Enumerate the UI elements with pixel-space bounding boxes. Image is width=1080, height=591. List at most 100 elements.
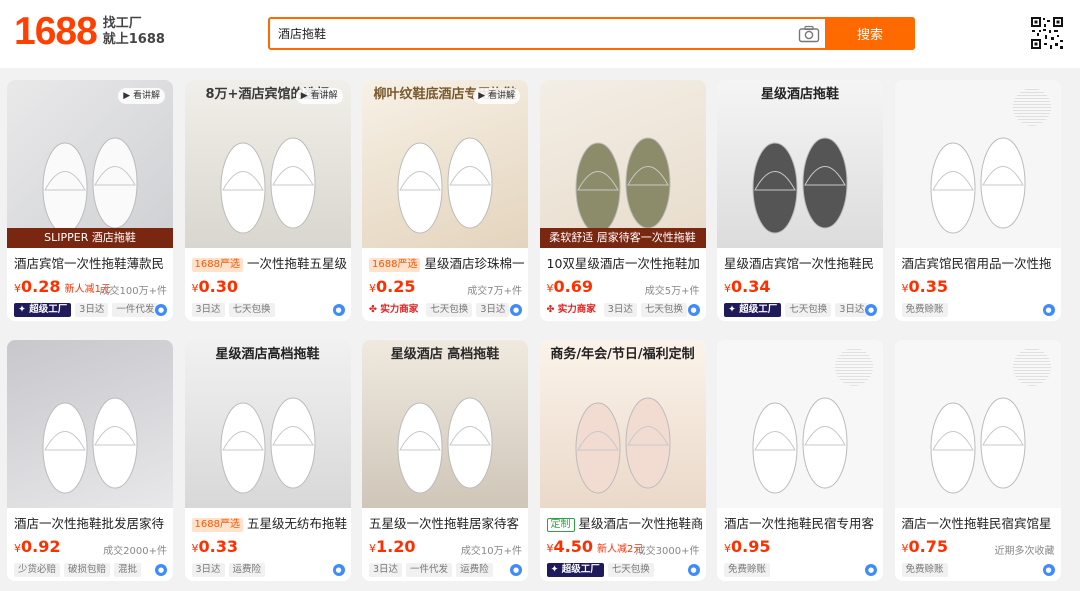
qr-code-icon[interactable] <box>1030 16 1064 50</box>
product-title[interactable]: 酒店宾馆民宿用品一次性拖 <box>902 255 1057 273</box>
badge-label: 运费险 <box>460 564 489 575</box>
product-image[interactable]: 星级酒店 高档拖鞋 <box>362 340 528 508</box>
currency-symbol: ¥ <box>724 282 731 295</box>
badge-label: 七天包换 <box>430 304 469 315</box>
badge-label: 实力商家 <box>380 304 419 315</box>
product-card[interactable]: 柔软舒适 居家待客一次性拖鞋 10双星级酒店一次性拖鞋加 ¥0.69 成交5万+件 ✤ … <box>539 80 706 321</box>
price-value: 0.34 <box>731 277 771 296</box>
chat-bot-icon[interactable]: ● <box>510 304 522 316</box>
product-title[interactable]: 1688严选 一次性拖鞋五星级 <box>191 255 347 273</box>
chat-bot-icon[interactable]: ● <box>687 304 700 316</box>
fabric-swatch <box>1012 348 1051 386</box>
service-badges: ✦ 超级工厂 3日达 一件代发 <box>14 302 162 318</box>
product-title[interactable]: 定制 星级酒店一次性拖鞋商 <box>546 515 702 533</box>
search-input[interactable] <box>270 19 790 48</box>
product-card[interactable]: 商务/年会/节日/福利定制 定制 星级酒店一次性拖鞋商 ¥4.50 新人减2元 成交300… <box>539 340 706 581</box>
chat-bot-icon[interactable]: ● <box>155 564 167 576</box>
image-banner-text: 商务/年会/节日/福利定制 <box>550 347 695 362</box>
product-price: ¥0.33 <box>192 537 238 557</box>
camera-icon[interactable] <box>798 25 820 43</box>
product-tag: 定制 <box>546 518 575 532</box>
currency-symbol: ¥ <box>191 542 199 555</box>
product-card[interactable]: 星级酒店高档拖鞋 1688严选 五星级无纺布拖鞋 ¥0.33 3日达 运费险 ● <box>184 340 351 581</box>
currency-symbol: ¥ <box>546 542 554 555</box>
image-banner-text: 星级酒店拖鞋 <box>760 87 839 102</box>
product-title-text: 五星级一次性拖鞋居家待客 <box>369 516 520 531</box>
product-title[interactable]: 1688严选 星级酒店珍珠棉一 <box>369 255 524 273</box>
product-card[interactable]: 酒店一次性拖鞋民宿专用客 ¥0.95 免费赊账 ● <box>717 340 883 581</box>
product-card[interactable]: SLIPPER 酒店拖鞋 ▶ 看讲解 酒店宾馆一次性拖鞋薄款民 ¥0.28 新人减1元成… <box>7 80 173 321</box>
product-title[interactable]: 星级酒店宾馆一次性拖鞋民 <box>724 255 879 273</box>
product-image[interactable]: 8万+酒店宾馆的选择 ▶ 看讲解 <box>184 80 351 248</box>
chat-bot-icon[interactable]: ● <box>510 564 522 576</box>
chat-bot-icon[interactable]: ● <box>865 304 877 316</box>
slogan: 找工厂 就上1688 <box>103 16 165 48</box>
product-card[interactable]: 星级酒店拖鞋 星级酒店宾馆一次性拖鞋民 ¥0.34 ✦ 超级工厂 七天包换 3日达 ● <box>717 80 883 321</box>
badge-label: 七天包换 <box>611 564 650 575</box>
service-badge: ✦ 超级工厂 <box>14 303 72 317</box>
badge-label: 一件代发 <box>410 564 449 575</box>
sold-count: 成交7万+件 <box>467 286 522 297</box>
product-image[interactable]: 星级酒店高档拖鞋 <box>184 340 351 508</box>
price-value: 1.20 <box>376 537 416 556</box>
product-image[interactable] <box>894 80 1061 248</box>
logo-1688[interactable]: 1688 找工厂 就上1688 <box>14 10 165 54</box>
video-explain-button[interactable]: ▶ 看讲解 <box>295 88 343 104</box>
chat-bot-icon[interactable]: ● <box>155 304 167 316</box>
service-badge: 3日达 <box>191 563 225 577</box>
product-image[interactable]: 星级酒店拖鞋 <box>717 80 883 248</box>
product-title-text: 10双星级酒店一次性拖鞋加 <box>546 256 700 271</box>
product-title[interactable]: 1688严选 五星级无纺布拖鞋 <box>191 515 347 533</box>
product-image[interactable]: 柔软舒适 居家待客一次性拖鞋 <box>539 80 706 248</box>
product-card[interactable]: 8万+酒店宾馆的选择 ▶ 看讲解 1688严选 一次性拖鞋五星级 ¥0.30 3日达 七天包… <box>184 80 351 321</box>
chat-bot-icon[interactable]: ● <box>332 304 345 316</box>
service-badge: 3日达 <box>835 303 869 317</box>
product-card[interactable]: 柳叶纹鞋底酒店专用拖鞋 ▶ 看讲解 1688严选 星级酒店珍珠棉一 ¥0.25 成交7万+… <box>362 80 528 321</box>
video-explain-button[interactable]: ▶ 看讲解 <box>473 88 520 104</box>
product-title[interactable]: 10双星级酒店一次性拖鞋加 <box>547 255 702 273</box>
slipper-illustration <box>42 397 138 494</box>
product-card[interactable]: 酒店一次性拖鞋民宿宾馆星 ¥0.75 近期多次收藏 免费赊账 ● <box>894 340 1061 581</box>
search-button[interactable]: 搜索 <box>825 17 915 50</box>
product-image[interactable]: SLIPPER 酒店拖鞋 ▶ 看讲解 <box>7 80 173 248</box>
product-image[interactable] <box>7 340 173 508</box>
badge-label: 一件代发 <box>116 304 155 315</box>
sold-count: 成交3000+件 <box>635 546 700 557</box>
product-image[interactable] <box>717 340 883 508</box>
currency-symbol: ¥ <box>369 542 376 555</box>
service-badge: 运费险 <box>228 563 266 577</box>
product-title[interactable]: 酒店一次性拖鞋民宿专用客 <box>724 515 879 533</box>
currency-symbol: ¥ <box>546 282 554 295</box>
currency-symbol: ¥ <box>369 282 376 295</box>
service-badge: 七天包换 <box>640 303 687 317</box>
chat-bot-icon[interactable]: ● <box>332 564 345 576</box>
product-image[interactable] <box>894 340 1061 508</box>
product-card[interactable]: 酒店一次性拖鞋批发居家待 ¥0.92 成交2000+件 少货必赔 破损包赔 混批 ● <box>7 340 173 581</box>
product-price: ¥0.34 <box>724 277 770 297</box>
video-label: 看讲解 <box>310 91 338 101</box>
service-badge: 一件代发 <box>406 563 453 577</box>
image-banner-text: 星级酒店 高档拖鞋 <box>390 347 500 362</box>
slipper-illustration <box>752 397 848 494</box>
product-title[interactable]: 酒店一次性拖鞋民宿宾馆星 <box>902 515 1057 533</box>
chat-bot-icon[interactable]: ● <box>687 564 700 576</box>
product-price: ¥1.20 <box>369 537 415 557</box>
badge-label: 3日达 <box>79 304 105 315</box>
service-badges: ✤ 实力商家 七天包换 3日达 <box>369 302 513 318</box>
chat-bot-icon[interactable]: ● <box>1042 304 1055 316</box>
video-explain-button[interactable]: ▶ 看讲解 <box>118 88 165 104</box>
product-title[interactable]: 酒店一次性拖鞋批发居家待 <box>14 515 169 533</box>
product-title[interactable]: 五星级一次性拖鞋居家待客 <box>369 515 524 533</box>
merchant-icon: ✤ <box>546 304 558 315</box>
chat-bot-icon[interactable]: ● <box>865 564 877 576</box>
product-title-text: 星级酒店宾馆一次性拖鞋民 <box>724 256 875 271</box>
product-image[interactable]: 商务/年会/节日/福利定制 <box>539 340 706 508</box>
product-card[interactable]: 酒店宾馆民宿用品一次性拖 ¥0.35 免费赊账 ● <box>894 80 1061 321</box>
product-card[interactable]: 星级酒店 高档拖鞋 五星级一次性拖鞋居家待客 ¥1.20 成交10万+件 3日达 一件代发… <box>362 340 528 581</box>
product-image[interactable]: 柳叶纹鞋底酒店专用拖鞋 ▶ 看讲解 <box>362 80 528 248</box>
product-price: ¥0.75 <box>902 537 948 557</box>
product-title[interactable]: 酒店宾馆一次性拖鞋薄款民 <box>14 255 169 273</box>
chat-bot-icon[interactable]: ● <box>1042 564 1055 576</box>
currency-symbol: ¥ <box>14 542 21 555</box>
badge-label: 混批 <box>118 564 138 575</box>
